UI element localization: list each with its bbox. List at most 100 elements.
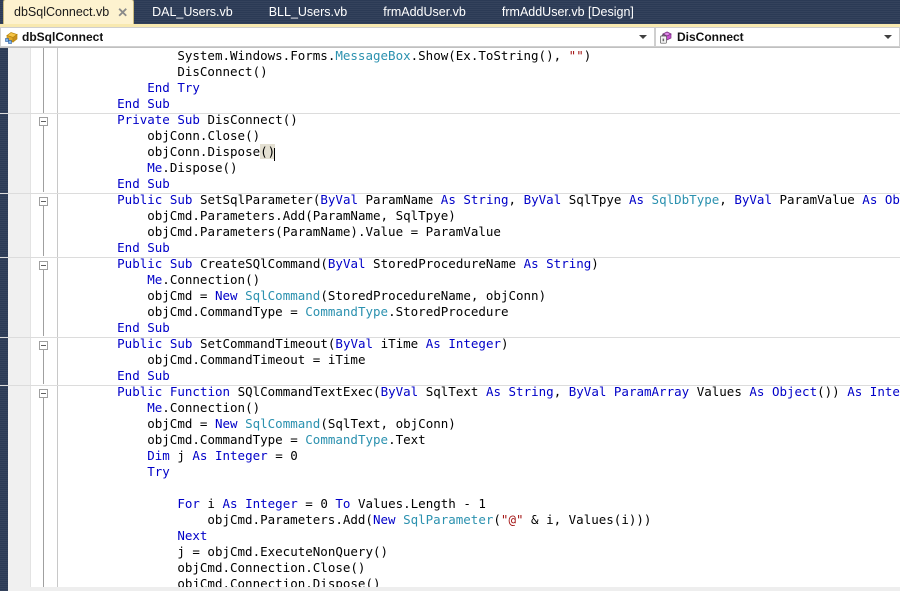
code-token: Try — [147, 464, 170, 479]
code-token: .Dispose() — [162, 160, 238, 175]
code-token: System.Windows.Forms. — [177, 48, 336, 63]
code-token: , — [719, 192, 735, 207]
code-token: End Try — [147, 80, 200, 95]
collapse-toggle-icon[interactable] — [39, 197, 48, 206]
code-line: objCmd.Parameters.Add(ParamName, SqlTpye… — [57, 208, 900, 224]
class-dropdown[interactable]: dbSqlConnect — [0, 27, 655, 47]
collapse-toggle-icon[interactable] — [39, 341, 48, 350]
code-token: objCmd.CommandType = — [147, 432, 306, 447]
chevron-down-icon[interactable] — [884, 35, 892, 39]
code-token: CommandType — [305, 432, 389, 447]
collapse-toggle-icon[interactable] — [39, 389, 48, 398]
code-token: SqlCommand — [245, 416, 321, 431]
outlining-margin[interactable] — [31, 48, 57, 591]
code-token: As — [628, 192, 652, 207]
code-token: New — [214, 416, 246, 431]
document-tab-0[interactable]: dbSqlConnect.vb ✕ — [3, 0, 135, 24]
close-icon[interactable]: ✕ — [117, 6, 128, 19]
chevron-down-icon[interactable] — [639, 35, 647, 39]
document-tab-2[interactable]: BLL_Users.vb — [251, 0, 366, 24]
code-line: Public Sub SetCommandTimeout(ByVal iTime… — [57, 336, 900, 352]
code-line: DisConnect() — [57, 64, 900, 80]
document-tab-bar: dbSqlConnect.vb ✕ DAL_Users.vb BLL_Users.vb… — [0, 0, 900, 27]
code-token: String — [463, 192, 509, 207]
horizontal-scrollbar[interactable] — [30, 587, 900, 591]
code-token: SqlText — [425, 384, 486, 399]
code-token: Integer — [245, 496, 298, 511]
code-token: SetCommandTimeout( — [199, 336, 336, 351]
visual-studio-editor-window: dbSqlConnect.vb ✕ DAL_Users.vb BLL_Users.vb… — [0, 0, 900, 591]
code-token: Private Sub — [117, 112, 208, 127]
code-token: SQlCommandTextExec( — [237, 384, 381, 399]
code-token: Object — [884, 192, 900, 207]
code-line: Public Sub CreateSQlCommand(ByVal Stored… — [57, 256, 900, 272]
code-token: Next — [177, 528, 208, 543]
code-token: objCmd.Parameters.Add( — [207, 512, 373, 527]
code-token: objCmd = — [147, 416, 215, 431]
code-token: DisConnect() — [177, 64, 268, 79]
code-token: SqlCommand — [245, 288, 321, 303]
code-line: objCmd.CommandType = CommandType.StoredP… — [57, 304, 900, 320]
code-token: CommandType — [305, 304, 389, 319]
document-tab-1[interactable]: DAL_Users.vb — [134, 0, 251, 24]
code-token: DisConnect() — [207, 112, 298, 127]
code-line: Try — [57, 464, 900, 480]
code-token: End Sub — [117, 96, 170, 111]
code-line: objCmd = New SqlCommand(SqlText, objConn… — [57, 416, 900, 432]
code-token: SetSqlParameter( — [199, 192, 321, 207]
code-token: (StoredProcedureName, objConn) — [320, 288, 547, 303]
indicator-margin[interactable] — [8, 48, 31, 591]
code-token: For — [177, 496, 208, 511]
code-token: j — [177, 448, 193, 463]
code-line: Me.Dispose() — [57, 160, 900, 176]
code-token: End Sub — [117, 368, 170, 383]
code-token: .Connection() — [162, 272, 261, 287]
code-token: Me — [147, 272, 163, 287]
code-token: To — [335, 496, 358, 511]
code-token: Me — [147, 160, 163, 175]
code-token: objCmd.CommandType = — [147, 304, 306, 319]
collapse-toggle-icon[interactable] — [39, 117, 48, 126]
code-token: .Text — [388, 432, 426, 447]
code-token: ByVal ParamArray — [568, 384, 697, 399]
code-line: End Sub — [57, 320, 900, 336]
code-token: Public Sub — [117, 192, 200, 207]
code-line: objCmd = New SqlCommand(StoredProcedureN… — [57, 288, 900, 304]
code-token: New — [214, 288, 246, 303]
code-token: ) — [591, 256, 599, 271]
code-token: .Show(Ex.ToString(), — [410, 48, 569, 63]
code-token: objCmd.Parameters.Add(ParamName, SqlTpye… — [147, 208, 456, 223]
code-token: = 0 — [297, 496, 336, 511]
code-editor[interactable]: System.Windows.Forms.MessageBox.Show(Ex.… — [0, 48, 900, 591]
code-token: & i, Values(i))) — [523, 512, 652, 527]
code-token: SqlDbType — [651, 192, 720, 207]
code-token: .StoredProcedure — [388, 304, 509, 319]
code-line: objCmd.Parameters.Add(New SqlParameter("… — [57, 512, 900, 528]
code-token: ( — [493, 512, 501, 527]
collapse-toggle-icon[interactable] — [39, 261, 48, 270]
code-token: Dim — [147, 448, 178, 463]
code-line: objConn.Close() — [57, 128, 900, 144]
code-token: As — [425, 336, 449, 351]
code-token: iTime — [380, 336, 426, 351]
outlining-guide-line — [43, 126, 44, 192]
code-token: As — [485, 384, 509, 399]
code-token: ) — [583, 48, 592, 63]
code-line: Me.Connection() — [57, 400, 900, 416]
code-token: StoredProcedureName — [373, 256, 524, 271]
code-text-area[interactable]: System.Windows.Forms.MessageBox.Show(Ex.… — [57, 48, 900, 591]
document-tab-3[interactable]: frmAddUser.vb — [365, 0, 484, 24]
outlining-guide-line — [43, 350, 44, 384]
code-token: As — [192, 448, 215, 463]
code-token: ParamName — [365, 192, 441, 207]
code-line: Private Sub DisConnect() — [57, 112, 900, 128]
code-token: objCmd = — [147, 288, 215, 303]
editor-left-edge — [0, 48, 8, 591]
document-tab-4[interactable]: frmAddUser.vb [Design] — [484, 0, 652, 24]
code-line: j = objCmd.ExecuteNonQuery() — [57, 544, 900, 560]
member-dropdown[interactable]: DisConnect — [655, 27, 900, 47]
code-token: ByVal — [523, 192, 569, 207]
brace-match-highlight: () — [260, 144, 276, 159]
code-token: objCmd.CommandTimeout = iTime — [147, 352, 366, 367]
code-token: Integer — [448, 336, 501, 351]
